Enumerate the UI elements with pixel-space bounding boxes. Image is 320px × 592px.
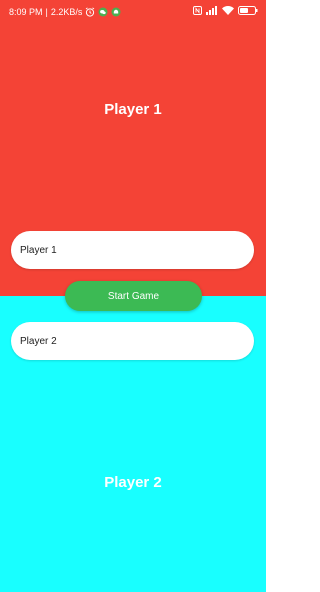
signal-icon (206, 6, 218, 15)
player-1-name-input[interactable] (11, 231, 254, 269)
nfc-icon (193, 6, 202, 15)
status-right (193, 6, 258, 15)
player-2-name-input[interactable] (11, 322, 254, 360)
wechat-icon (98, 7, 108, 17)
wifi-icon (222, 6, 234, 15)
status-time: 8:09 PM (9, 7, 43, 17)
status-bar: 8:09 PM | 2.2KB/s (0, 0, 266, 24)
status-data-speed: 2.2KB/s (50, 7, 83, 17)
alarm-icon (85, 7, 95, 17)
start-game-button[interactable]: Start Game (65, 281, 202, 311)
status-left: 8:09 PM | 2.2KB/s (9, 7, 121, 17)
player-2-heading: Player 2 (104, 474, 162, 491)
android-icon (111, 7, 121, 17)
player-1-heading: Player 1 (104, 101, 162, 118)
battery-icon (238, 6, 258, 15)
status-separator: | (45, 7, 48, 17)
